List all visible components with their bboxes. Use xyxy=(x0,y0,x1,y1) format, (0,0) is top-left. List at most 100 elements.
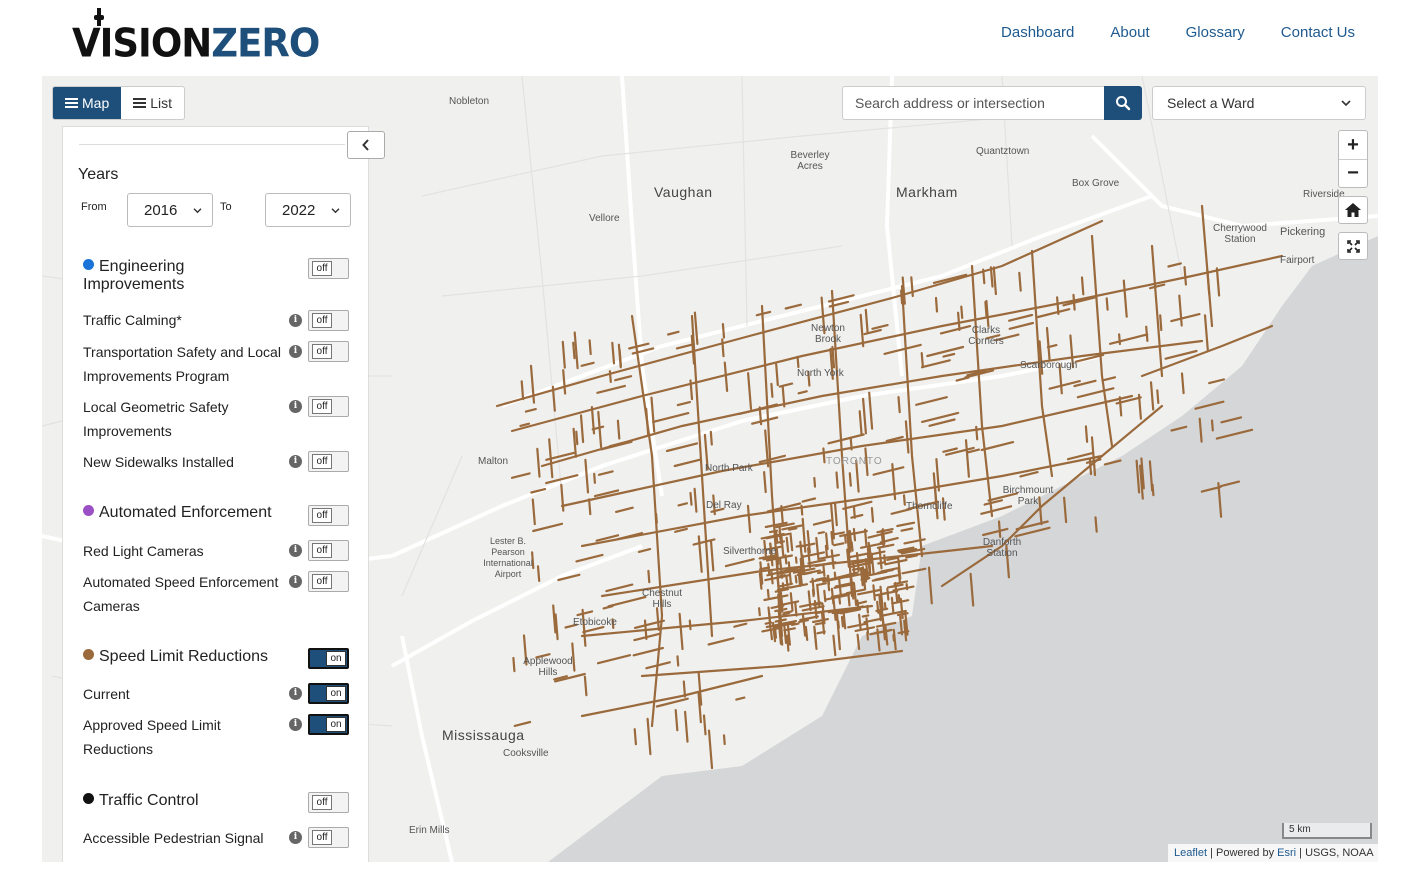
map-viewport[interactable]: Nobleton Vaughan Markham Quantztown Beve… xyxy=(42,76,1378,862)
item-aps-label: Accessible Pedestrian Signal xyxy=(83,830,264,846)
enforcement-toggle[interactable]: off xyxy=(308,505,349,526)
info-icon[interactable]: i xyxy=(289,831,302,844)
lgsi-toggle[interactable]: off xyxy=(308,396,349,417)
place-label: Cherrywood Station xyxy=(1213,223,1267,245)
address-search: Search address or intersection xyxy=(842,86,1142,120)
powered-by-text: | Powered by xyxy=(1207,847,1278,859)
place-label: Fairport xyxy=(1280,255,1315,266)
year-to-select[interactable]: 2022 xyxy=(265,193,351,227)
info-icon[interactable]: i xyxy=(289,345,302,358)
toggle-state: on xyxy=(326,717,346,732)
group-traffic-control: Traffic Control xyxy=(83,792,303,810)
info-icon[interactable]: i xyxy=(289,718,302,731)
zoom-in-button[interactable]: + xyxy=(1339,131,1367,159)
nav-dashboard-link[interactable]: Dashboard xyxy=(1001,24,1074,41)
layer-filter-panel: Years From 2016 To 2022 Engineering Impr… xyxy=(62,126,369,862)
zoom-out-button[interactable]: − xyxy=(1339,159,1367,187)
group-speed-limit: Speed Limit Reductions xyxy=(83,648,303,666)
toggle-state: off xyxy=(312,508,332,523)
from-label: From xyxy=(81,201,107,213)
place-label: North Park xyxy=(705,463,753,474)
info-icon[interactable]: i xyxy=(289,400,302,413)
traffic-control-toggle[interactable]: off xyxy=(308,792,349,813)
current-toggle[interactable]: on xyxy=(308,683,349,704)
toggle-state: off xyxy=(312,344,332,359)
chevron-down-icon xyxy=(1341,100,1351,107)
info-icon[interactable]: i xyxy=(289,687,302,700)
esri-link[interactable]: Esri xyxy=(1277,847,1296,859)
place-label: TORONTO xyxy=(826,456,883,467)
toggle-state: on xyxy=(326,686,346,701)
main-nav: Dashboard About Glossary Contact Us xyxy=(1001,24,1355,41)
chevron-left-icon xyxy=(362,139,369,151)
toggle-state: off xyxy=(312,261,332,276)
chevron-down-icon xyxy=(331,207,340,213)
tsli-toggle[interactable]: off xyxy=(308,341,349,362)
place-label: Applewood Hills xyxy=(523,656,573,678)
home-button[interactable] xyxy=(1338,196,1368,224)
sidewalks-toggle[interactable]: off xyxy=(308,451,349,472)
item-red-light-label: Red Light Cameras xyxy=(83,543,204,559)
leaflet-link[interactable]: Leaflet xyxy=(1174,847,1207,859)
aps-toggle[interactable]: off xyxy=(308,827,349,848)
place-label: Scarborough xyxy=(1020,360,1078,371)
place-label: Vaughan xyxy=(654,184,713,200)
view-toggle: Map List xyxy=(52,86,186,120)
home-icon xyxy=(1345,203,1361,217)
info-icon[interactable]: i xyxy=(289,544,302,557)
year-from-select[interactable]: 2016 xyxy=(127,193,213,227)
info-icon[interactable]: i xyxy=(289,575,302,588)
traffic-color-dot xyxy=(83,793,94,804)
item-ase-label: Automated Speed Enforcement Cameras xyxy=(83,574,279,614)
map-view-button[interactable]: Map xyxy=(53,87,122,119)
collapse-panel-button[interactable] xyxy=(347,131,385,159)
map-attribution: Leaflet | Powered by Esri | USGS, NOAA xyxy=(1168,844,1378,862)
toggle-state: off xyxy=(312,543,332,558)
place-label: Lester B. Pearson International Airport xyxy=(483,536,533,579)
to-label: To xyxy=(220,201,232,213)
place-label: Malton xyxy=(478,456,509,467)
fullscreen-button[interactable] xyxy=(1338,232,1368,260)
list-lines-icon xyxy=(65,97,78,109)
place-label: Pickering xyxy=(1280,226,1326,238)
toggle-state: off xyxy=(312,313,332,328)
place-label: North York xyxy=(797,368,844,379)
vision-zero-logo[interactable]: VISION ZERO xyxy=(72,8,320,67)
logo-vision-text: VISION xyxy=(72,20,212,67)
nav-contact-link[interactable]: Contact Us xyxy=(1281,24,1355,41)
list-view-button[interactable]: List xyxy=(121,87,184,119)
ase-toggle[interactable]: off xyxy=(308,571,349,592)
place-label: Box Grove xyxy=(1072,178,1120,189)
speed-limit-toggle[interactable]: on xyxy=(308,648,349,669)
item-approved-label: Approved Speed Limit Reductions xyxy=(83,717,221,757)
toggle-state: off xyxy=(312,399,332,414)
expand-icon xyxy=(1346,239,1360,253)
years-heading: Years xyxy=(78,166,119,183)
search-button[interactable] xyxy=(1104,86,1142,120)
place-label: Del Ray xyxy=(706,500,742,511)
chevron-down-icon xyxy=(193,207,202,213)
zoom-control: + − xyxy=(1338,130,1368,188)
engineering-toggle[interactable]: off xyxy=(308,258,349,279)
item-lgsi-label: Local Geometric Safety Improvements xyxy=(83,399,229,439)
approved-toggle[interactable]: on xyxy=(308,714,349,735)
divider xyxy=(79,144,345,145)
info-icon[interactable]: i xyxy=(289,455,302,468)
traffic-calming-toggle[interactable]: off xyxy=(308,310,349,331)
red-light-toggle[interactable]: off xyxy=(308,540,349,561)
place-label: Markham xyxy=(896,184,958,200)
sources-text: | USGS, NOAA xyxy=(1296,847,1374,859)
group-enforcement-label: Automated Enforcement xyxy=(99,504,272,521)
item-tsli-label: Transportation Safety and Local Improvem… xyxy=(83,344,281,384)
ward-select[interactable]: Select a Ward xyxy=(1152,86,1366,120)
nav-glossary-link[interactable]: Glossary xyxy=(1186,24,1245,41)
search-input[interactable]: Search address or intersection xyxy=(842,86,1104,120)
place-label: Quantztown xyxy=(976,146,1030,157)
toggle-state: on xyxy=(326,651,346,666)
place-label: Chestnut Hills xyxy=(641,588,683,610)
toggle-state: off xyxy=(312,574,332,589)
place-label: Nobleton xyxy=(449,96,490,107)
nav-about-link[interactable]: About xyxy=(1110,24,1149,41)
search-icon xyxy=(1116,96,1131,111)
info-icon[interactable]: i xyxy=(289,314,302,327)
